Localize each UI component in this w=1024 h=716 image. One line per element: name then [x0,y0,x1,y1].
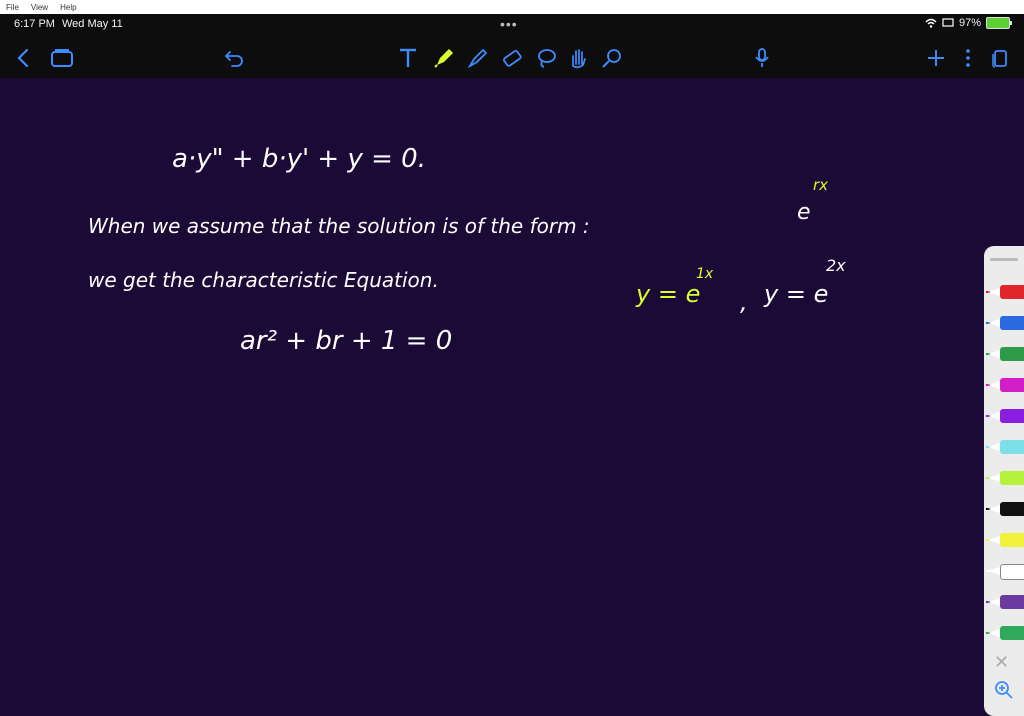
pen-yellow[interactable] [986,531,1024,549]
solution-1: y = e [636,280,701,308]
pen-green[interactable] [986,345,1024,363]
status-date: Wed May 11 [62,18,123,30]
pen-tool-icon[interactable] [430,44,458,72]
eraser-tool-icon[interactable] [498,44,526,72]
handwritten-characteristic: we get the characteristic Equation. [88,268,439,292]
characteristic-equation: ar² + br + 1 = 0 [240,326,453,356]
laser-pointer-icon[interactable] [598,44,626,72]
battery-icon [986,17,1012,29]
wifi-icon [925,18,937,28]
pen-purple[interactable] [986,407,1024,425]
hand-tool-icon[interactable] [564,44,592,72]
solution-comma: , [740,288,748,316]
menubar: File View Help [0,0,1024,15]
zoom-icon[interactable] [994,680,1014,705]
pen-magenta[interactable] [986,376,1024,394]
solution-2: y = e [764,280,829,308]
pages-icon[interactable] [986,44,1014,72]
multitasking-dots-icon[interactable]: ••• [500,16,518,32]
handwritten-assumption: When we assume that the solution is of t… [88,214,590,238]
solution-2-exponent: 2x [826,256,846,275]
pen-tray: ✕ [984,246,1024,716]
lasso-tool-icon[interactable] [532,44,560,72]
pen-emerald[interactable] [986,624,1024,642]
status-bar: 6:17 PM Wed May 11 ••• 97% [0,14,1024,36]
handwritten-equation: a·y" + b·y' + y = 0. [172,144,426,174]
pen-violet[interactable] [986,593,1024,611]
highlighter-tool-icon[interactable] [464,44,492,72]
menu-view[interactable]: View [31,3,48,12]
pen-blue[interactable] [986,314,1024,332]
form-exponent: rx [813,176,829,194]
close-tray-icon[interactable]: ✕ [994,652,1009,673]
pen-red[interactable] [986,283,1024,301]
pen-cyan[interactable] [986,438,1024,456]
back-icon[interactable] [10,44,38,72]
documents-icon[interactable] [48,44,76,72]
menu-help[interactable]: Help [60,3,76,12]
microphone-icon[interactable] [748,44,776,72]
tray-handle[interactable] [990,258,1018,261]
menu-file[interactable]: File [6,3,19,12]
pen-white[interactable] [986,562,1024,580]
status-indicators: 97% [925,17,1012,29]
undo-icon[interactable] [220,44,248,72]
note-canvas[interactable]: a·y" + b·y' + y = 0. When we assume that… [0,78,1024,716]
add-page-icon[interactable] [922,44,950,72]
status-time: 6:17 PM [14,18,55,30]
form-base: e [797,200,811,225]
more-options-icon[interactable] [954,44,982,72]
screen-mirroring-icon [942,18,954,27]
solution-1-exponent: 1x [696,266,714,282]
pen-lime[interactable] [986,469,1024,487]
toolbar [0,36,1024,78]
text-tool-icon[interactable] [394,44,422,72]
battery-percent: 97% [958,17,981,29]
pen-black[interactable] [986,500,1024,518]
